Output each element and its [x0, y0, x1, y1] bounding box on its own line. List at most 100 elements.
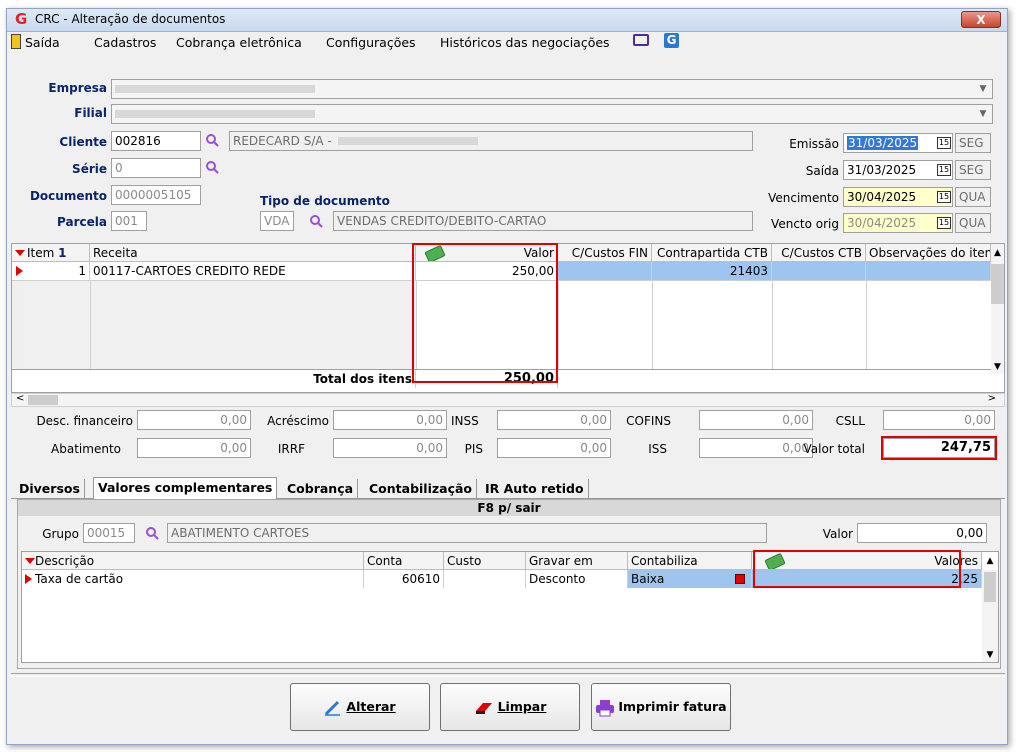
cell-observacoes — [866, 262, 991, 280]
tab-diversos[interactable]: Diversos — [15, 479, 85, 499]
search-icon[interactable] — [145, 526, 159, 540]
csll-label: CSLL — [835, 414, 865, 428]
empresa-select[interactable]: ▼ — [111, 79, 993, 99]
complementares-grid[interactable]: Descrição Conta Custo Gravar em Contabil… — [21, 551, 999, 663]
cell-valores: 2,25 — [752, 570, 982, 588]
parcela-label: Parcela — [57, 215, 107, 229]
horizontal-scrollbar[interactable]: < > — [11, 393, 1005, 407]
col-header-item[interactable]: Item 1 — [12, 244, 90, 262]
pis-label: PIS — [464, 442, 483, 456]
scroll-right-icon[interactable]: > — [988, 393, 996, 404]
table-row[interactable]: 1 00117-CARTOES CREDITO REDE 250,00 2140… — [12, 262, 991, 280]
tipo-desc-field: VENDAS CREDITO/DEBITO-CARTAO — [333, 211, 753, 231]
parcela-field[interactable]: 001 — [111, 211, 147, 231]
filial-label: Filial — [74, 106, 107, 120]
col-header-valores-label: Valores — [934, 554, 978, 568]
iss-field[interactable]: 0,00 — [699, 438, 813, 458]
cofins-field[interactable]: 0,00 — [699, 410, 813, 430]
search-icon[interactable] — [205, 160, 219, 174]
col-header-custo[interactable]: Custo — [444, 552, 526, 570]
col-header-observacoes[interactable]: Observações do iten — [866, 244, 991, 262]
calendar-icon[interactable]: 15 — [937, 191, 951, 203]
search-icon[interactable] — [309, 214, 323, 228]
col-header-contabiliza[interactable]: Contabiliza — [628, 552, 752, 570]
sort-down-icon — [25, 558, 35, 564]
documento-field[interactable]: 0000005105 — [111, 185, 201, 205]
tipo-documento-label: Tipo de documento — [260, 194, 390, 208]
limpar-button[interactable]: Limpar — [440, 683, 580, 731]
menu-saida[interactable]: Saída — [25, 35, 60, 50]
cliente-code-field[interactable]: 002816 — [111, 131, 201, 151]
col-header-valores[interactable]: Valores — [752, 552, 982, 570]
chevron-down-icon: ▼ — [979, 84, 987, 94]
col-header-descricao-label: Descrição — [35, 554, 95, 568]
pis-field[interactable]: 0,00 — [497, 438, 611, 458]
scroll-down-icon[interactable]: ▼ — [991, 362, 1004, 372]
cell-descricao: Taxa de cartão — [32, 570, 364, 588]
col-header-contrapartida[interactable]: Contrapartida CTB — [652, 244, 772, 262]
alterar-button[interactable]: Alterar — [290, 683, 430, 731]
serie-field[interactable]: 0 — [111, 158, 201, 178]
imprimir-fatura-button[interactable]: Imprimir fatura — [591, 683, 731, 731]
inss-label: INSS — [451, 414, 479, 428]
exit-icon — [11, 34, 21, 49]
tab-cobranca[interactable]: Cobrança — [283, 479, 359, 499]
column-divider — [558, 281, 559, 369]
filial-select[interactable]: ▼ — [111, 104, 993, 124]
grupo-code-field[interactable]: 00015 — [83, 523, 135, 543]
inss-field[interactable]: 0,00 — [497, 410, 611, 430]
col-header-conta[interactable]: Conta — [364, 552, 444, 570]
tab-ir-auto-retido[interactable]: IR Auto retido — [481, 479, 589, 499]
vencto-orig-weekday: QUA — [955, 213, 991, 233]
g-app-icon[interactable]: G — [664, 33, 679, 48]
scroll-left-icon[interactable]: < — [16, 393, 24, 404]
cell-gravar-em: Desconto — [526, 570, 628, 588]
menu-configuracoes[interactable]: Configurações — [326, 35, 416, 50]
menu-cobranca-eletronica[interactable]: Cobrança eletrônica — [176, 35, 302, 50]
saida-label: Saída — [805, 164, 839, 178]
calendar-icon[interactable]: 15 — [937, 137, 951, 149]
checkbox-icon[interactable] — [735, 574, 745, 584]
sort-order-icon: 1 — [58, 246, 67, 260]
csll-field[interactable]: 0,00 — [883, 410, 995, 430]
menu-cadastros[interactable]: Cadastros — [94, 35, 156, 50]
acrescimo-label: Acréscimo — [267, 414, 329, 428]
desc-financeiro-field[interactable]: 0,00 — [137, 410, 251, 430]
tab-contabilizacao[interactable]: Contabilização — [365, 479, 478, 499]
scrollbar-thumb[interactable] — [28, 395, 58, 405]
valor-label: Valor — [822, 527, 853, 541]
valor-field[interactable]: 0,00 — [857, 523, 987, 543]
col-header-ccustos-ctb[interactable]: C/Custos CTB — [772, 244, 866, 262]
search-icon[interactable] — [205, 133, 219, 147]
col-header-descricao[interactable]: Descrição — [22, 552, 364, 570]
col-header-ccustos-fin[interactable]: C/Custos FIN — [558, 244, 652, 262]
cell-contabiliza[interactable]: Baixa — [628, 570, 752, 588]
tab-valores-complementares[interactable]: Valores complementares — [93, 477, 278, 499]
abatimento-label: Abatimento — [51, 442, 121, 456]
tipo-code-field[interactable]: VDA — [260, 211, 294, 231]
abatimento-field[interactable]: 0,00 — [137, 438, 251, 458]
acrescimo-field[interactable]: 0,00 — [333, 410, 447, 430]
main-window: G CRC - Alteração de documentos X Saída … — [6, 8, 1008, 745]
col-header-gravar-em[interactable]: Gravar em — [526, 552, 628, 570]
col-header-valor[interactable]: Valor — [416, 244, 558, 262]
vertical-scrollbar[interactable]: ▼ — [991, 262, 1004, 374]
menu-historicos[interactable]: Históricos das negociações — [440, 35, 610, 50]
scroll-up-icon[interactable]: ▲ — [991, 244, 1004, 262]
emissao-weekday: SEG — [955, 133, 991, 153]
scroll-down-icon[interactable]: ▼ — [982, 650, 998, 660]
panel-header: F8 p/ sair — [18, 500, 1000, 516]
table-row[interactable]: Taxa de cartão 60610 Desconto Baixa 2,25 — [22, 570, 982, 588]
items-grid[interactable]: Item 1 Receita Valor C/Custos FIN Contra… — [11, 243, 1005, 393]
calendar-icon[interactable]: 15 — [937, 164, 951, 176]
col-header-valor-label: Valor — [523, 246, 554, 260]
scrollbar-thumb[interactable] — [991, 264, 1004, 304]
irrf-field[interactable]: 0,00 — [333, 438, 447, 458]
col-header-receita[interactable]: Receita — [90, 244, 416, 262]
close-button[interactable]: X — [961, 11, 1001, 28]
scrollbar-thumb[interactable] — [984, 572, 996, 602]
vertical-scrollbar[interactable]: ▼ — [982, 570, 998, 662]
scroll-up-icon[interactable]: ▲ — [982, 552, 998, 570]
monitor-icon[interactable] — [633, 34, 649, 46]
cofins-label: COFINS — [626, 414, 671, 428]
